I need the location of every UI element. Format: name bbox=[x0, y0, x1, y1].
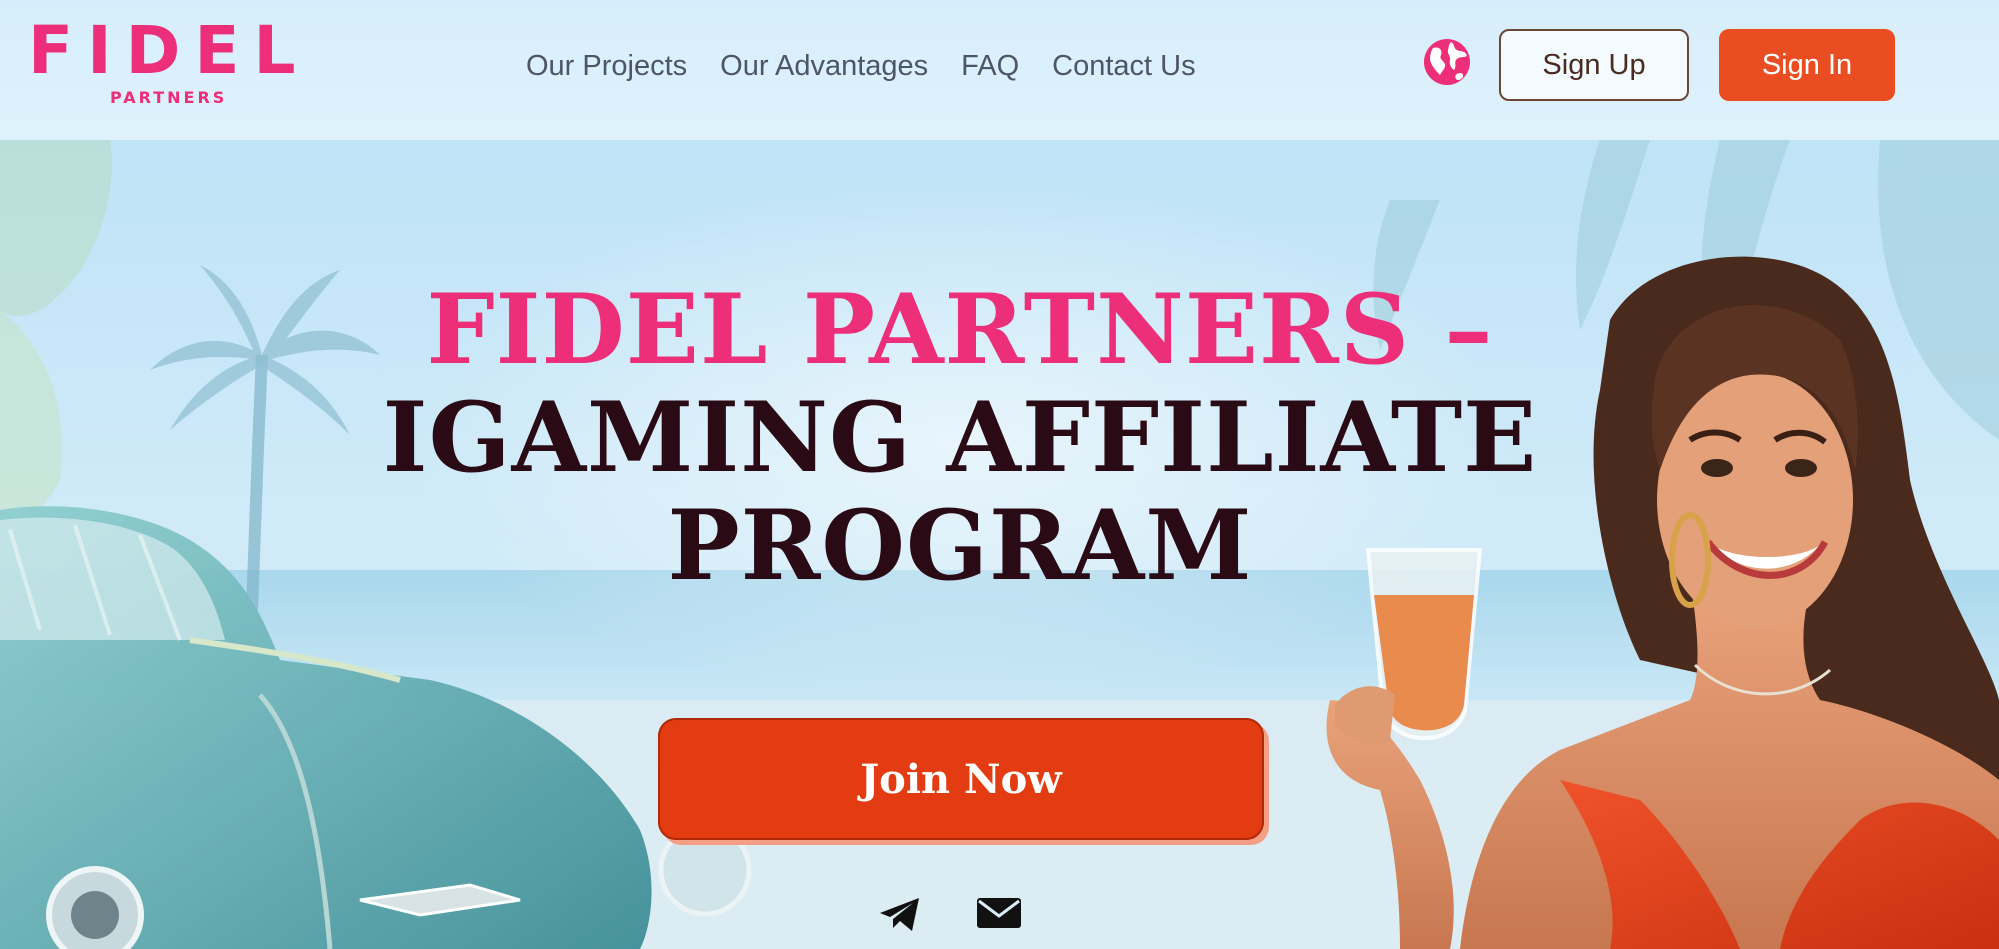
hero-title-line3: Program bbox=[667, 489, 1253, 603]
logo[interactable]: FIDEL PARTNERS bbox=[28, 16, 320, 108]
hero-title-line1: Fidel Partners – bbox=[426, 273, 1494, 387]
mail-icon[interactable] bbox=[976, 897, 1022, 933]
join-now-button[interactable]: Join Now bbox=[658, 718, 1264, 840]
nav-our-projects[interactable]: Our Projects bbox=[526, 46, 687, 86]
main-nav: Our Projects Our Advantages FAQ Contact … bbox=[526, 46, 1196, 86]
social-links bbox=[878, 897, 1022, 933]
logo-wordmark: FIDEL bbox=[28, 12, 310, 89]
nav-contact-us[interactable]: Contact Us bbox=[1052, 46, 1195, 86]
hero-section: Fidel Partners – iGaming Affiliate Progr… bbox=[0, 140, 1999, 949]
hero-title-line2: iGaming Affiliate bbox=[382, 381, 1538, 495]
logo-subtitle: PARTNERS bbox=[110, 88, 228, 107]
nav-faq[interactable]: FAQ bbox=[961, 46, 1019, 86]
globe-icon[interactable] bbox=[1423, 38, 1471, 86]
nav-our-advantages[interactable]: Our Advantages bbox=[720, 46, 928, 86]
header: FIDEL PARTNERS Our Projects Our Advantag… bbox=[0, 0, 1999, 140]
sign-up-button[interactable]: Sign Up bbox=[1499, 29, 1689, 101]
hero-title: Fidel Partners – iGaming Affiliate Progr… bbox=[380, 276, 1540, 600]
sign-in-button[interactable]: Sign In bbox=[1719, 29, 1895, 101]
telegram-icon[interactable] bbox=[878, 897, 922, 933]
